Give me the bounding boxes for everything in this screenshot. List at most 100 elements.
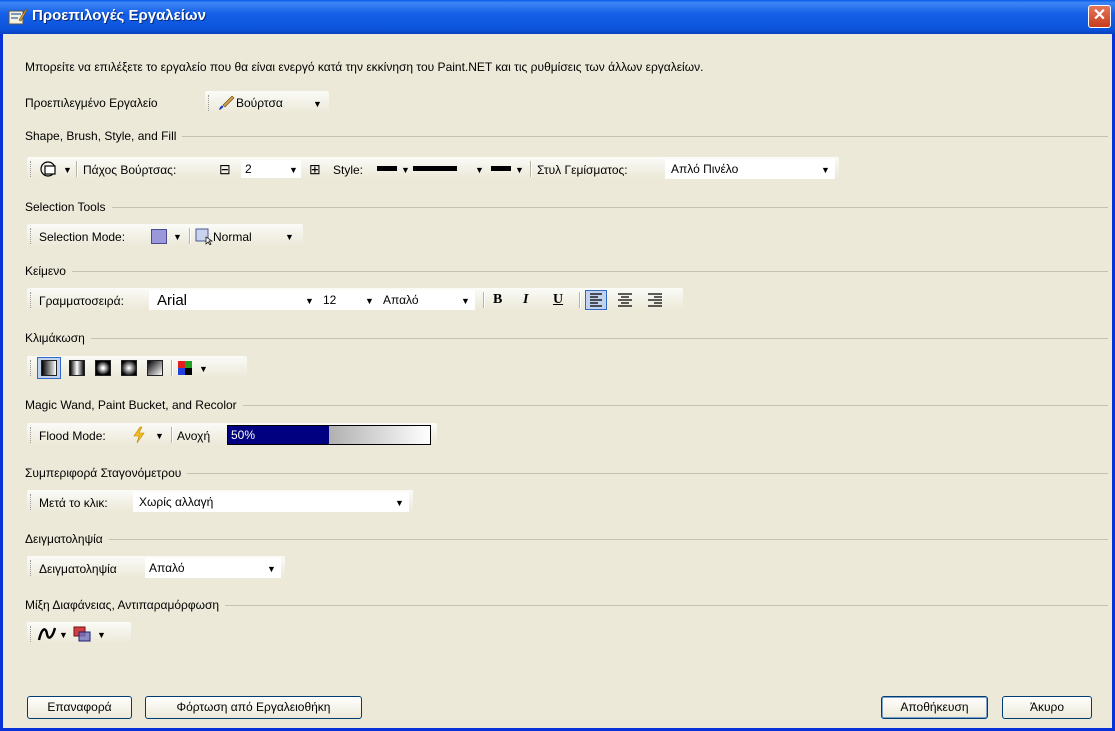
line-dash-style-icon[interactable] — [413, 166, 457, 171]
line-start-cap-icon[interactable] — [377, 166, 397, 171]
brush-width-label: Πάχος Βούρτσας: — [83, 163, 177, 177]
flood-mode-lightning-icon[interactable] — [131, 426, 147, 444]
font-combo[interactable]: Arial ▼ — [149, 290, 319, 310]
color-mode-icon[interactable] — [177, 360, 193, 376]
decrease-width-icon[interactable]: ⊟ — [219, 161, 231, 178]
text-smoothing-value[interactable]: Απαλό — [383, 293, 419, 307]
toolbar-grip[interactable] — [30, 360, 33, 376]
sampling-value[interactable]: Απαλό — [149, 561, 185, 575]
selection-combine-value[interactable]: Normal — [213, 230, 252, 244]
section-text: Κείμενο — [25, 264, 1108, 278]
section-blending: Μίξη Διαφάνειας, Αντιπαραμόρφωση — [25, 598, 1108, 612]
increase-width-icon[interactable]: ⊞ — [309, 161, 321, 178]
font-value[interactable]: Arial — [157, 292, 187, 309]
font-size-combo[interactable]: 12 ▼ — [319, 290, 379, 310]
fill-style-combo[interactable]: Απλό Πινέλο ▼ — [665, 159, 835, 179]
selection-combine-dropdown-arrow[interactable]: ▼ — [285, 232, 294, 242]
blending-toolbar: ▼ ▼ — [27, 622, 131, 646]
sampling-combo[interactable]: Απαλό ▼ — [145, 558, 281, 578]
selection-combine-icon[interactable] — [195, 228, 213, 245]
section-text-label: Κείμενο — [25, 264, 72, 278]
after-click-dropdown-arrow[interactable]: ▼ — [395, 498, 404, 508]
tool-defaults-dialog: Προεπιλογές Εργαλείων ✕ Μπορείτε να επιλ… — [0, 0, 1115, 731]
section-sampling-label: Δειγματοληψία — [25, 532, 109, 546]
brush-width-value[interactable]: 2 — [245, 162, 252, 176]
brush-width-dropdown-arrow[interactable]: ▼ — [289, 165, 298, 175]
fill-style-label: Στυλ Γεμίσματος: — [537, 163, 628, 177]
after-click-combo[interactable]: Χωρίς αλλαγή ▼ — [133, 492, 409, 512]
separator — [530, 161, 532, 177]
load-from-toolbar-button[interactable]: Φόρτωση από Εργαλειοθήκη — [145, 696, 362, 719]
alpha-blending-dropdown-arrow[interactable]: ▼ — [97, 630, 106, 640]
separator — [171, 360, 173, 376]
tolerance-slider[interactable]: 50% — [227, 425, 431, 445]
section-color-picker-label: Συμπεριφορά Σταγονόμετρου — [25, 466, 188, 480]
paintbrush-icon — [219, 95, 235, 110]
align-center-icon[interactable] — [615, 291, 635, 309]
line-end-cap-icon[interactable] — [491, 166, 511, 171]
default-tool-toolbar: Βούρτσα ▼ — [205, 91, 329, 115]
toolbar-grip[interactable] — [30, 427, 33, 443]
linear-reflected-gradient-icon[interactable] — [69, 360, 85, 376]
selection-mode-dropdown-arrow[interactable]: ▼ — [173, 232, 182, 242]
default-tool-value[interactable]: Βούρτσα — [236, 96, 283, 110]
linear-gradient-icon[interactable] — [41, 360, 57, 376]
description-text: Μπορείτε να επιλέξετε το εργαλείο που θα… — [25, 60, 704, 74]
text-smoothing-combo[interactable]: Απαλό ▼ — [379, 290, 475, 310]
toolbar-grip[interactable] — [30, 494, 33, 510]
selection-mode-icon[interactable] — [151, 229, 167, 244]
gradient-toolbar: ▼ — [27, 356, 247, 380]
font-size-value[interactable]: 12 — [323, 293, 336, 307]
dialog-content: Μπορείτε να επιλέξετε το εργαλείο που θα… — [3, 34, 1112, 728]
bold-button[interactable]: B — [493, 292, 502, 308]
conical-gradient-icon[interactable] — [147, 360, 163, 376]
font-label: Γραμματοσειρά: — [39, 294, 124, 308]
style-label: Style: — [333, 163, 364, 177]
toolbar-grip[interactable] — [30, 161, 33, 177]
italic-button[interactable]: I — [523, 292, 528, 308]
separator — [579, 292, 581, 308]
flood-mode-dropdown-arrow[interactable]: ▼ — [155, 431, 164, 441]
end-cap-dropdown-arrow[interactable]: ▼ — [515, 165, 524, 175]
start-cap-dropdown-arrow[interactable]: ▼ — [401, 165, 410, 175]
close-button[interactable]: ✕ — [1088, 5, 1111, 28]
toolbar-grip[interactable] — [30, 292, 33, 308]
default-tool-dropdown-arrow[interactable]: ▼ — [313, 99, 322, 109]
toolbar-grip[interactable] — [30, 228, 33, 244]
shape-draw-type-icon[interactable] — [39, 160, 59, 178]
flood-mode-label: Flood Mode: — [39, 429, 106, 443]
antialiasing-dropdown-arrow[interactable]: ▼ — [59, 630, 68, 640]
fill-style-dropdown-arrow[interactable]: ▼ — [821, 165, 830, 175]
antialiasing-icon[interactable] — [37, 625, 57, 643]
underline-button[interactable]: U — [553, 292, 563, 308]
align-left-icon[interactable] — [585, 290, 607, 310]
title-bar[interactable]: Προεπιλογές Εργαλείων ✕ — [0, 0, 1115, 34]
color-mode-dropdown-arrow[interactable]: ▼ — [199, 364, 208, 374]
separator — [189, 228, 191, 244]
align-right-icon[interactable] — [645, 291, 665, 309]
selection-mode-label: Selection Mode: — [39, 230, 126, 244]
diamond-gradient-icon[interactable] — [95, 360, 111, 376]
reset-button[interactable]: Επαναφορά — [27, 696, 132, 719]
section-selection-label: Selection Tools — [25, 200, 112, 214]
font-size-dropdown-arrow[interactable]: ▼ — [365, 296, 374, 306]
sampling-dropdown-arrow[interactable]: ▼ — [267, 564, 276, 574]
toolbar-grip[interactable] — [208, 95, 211, 111]
after-click-value[interactable]: Χωρίς αλλαγή — [139, 495, 213, 509]
separator — [483, 292, 485, 308]
toolbar-grip[interactable] — [30, 626, 33, 642]
text-smoothing-dropdown-arrow[interactable]: ▼ — [461, 296, 470, 306]
cancel-button[interactable]: Άκυρο — [1002, 696, 1092, 719]
dash-style-dropdown-arrow[interactable]: ▼ — [475, 165, 484, 175]
alpha-blending-icon[interactable] — [73, 626, 91, 642]
fill-style-value[interactable]: Απλό Πινέλο — [671, 162, 738, 176]
toolbar-grip[interactable] — [30, 560, 33, 576]
save-button[interactable]: Αποθήκευση — [881, 696, 988, 719]
section-shape-brush: Shape, Brush, Style, and Fill — [25, 129, 1108, 143]
brush-width-combo[interactable]: 2 ▼ — [241, 160, 301, 178]
default-tool-label: Προεπιλεγμένο Εργαλείο — [25, 96, 158, 110]
shape-type-dropdown-arrow[interactable]: ▼ — [63, 165, 72, 175]
radial-gradient-icon[interactable] — [121, 360, 137, 376]
font-dropdown-arrow[interactable]: ▼ — [305, 296, 314, 306]
section-blending-label: Μίξη Διαφάνειας, Αντιπαραμόρφωση — [25, 598, 226, 612]
